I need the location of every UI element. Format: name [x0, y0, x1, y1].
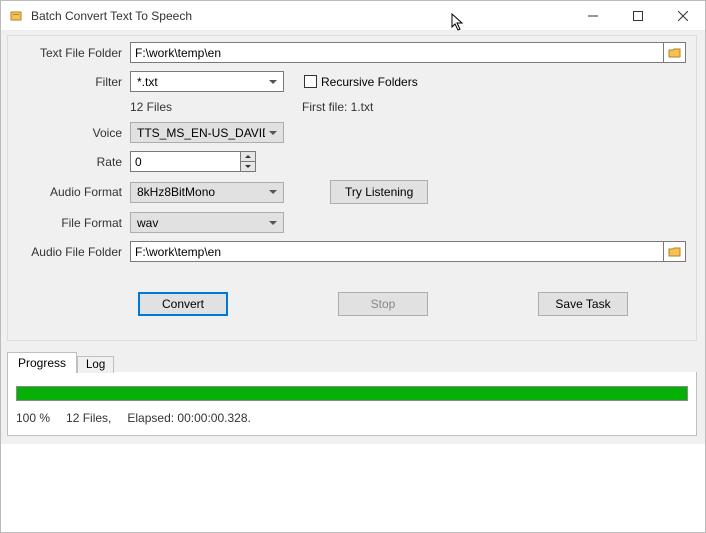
- try-listening-button[interactable]: Try Listening: [330, 180, 428, 204]
- rate-spin-down[interactable]: [240, 162, 255, 171]
- browse-audio-folder-button[interactable]: [664, 241, 686, 262]
- status-elapsed: Elapsed: 00:00:00.328.: [127, 411, 250, 425]
- folder-icon: [668, 246, 682, 258]
- text-folder-input[interactable]: [130, 42, 664, 63]
- filter-combo[interactable]: *.txt: [130, 71, 284, 92]
- recursive-label: Recursive Folders: [321, 75, 418, 89]
- titlebar: Batch Convert Text To Speech: [1, 1, 705, 31]
- folder-icon: [668, 47, 682, 59]
- tab-progress[interactable]: Progress: [7, 352, 77, 373]
- voice-value: TTS_MS_EN-US_DAVID_11: [137, 126, 265, 140]
- window-title: Batch Convert Text To Speech: [31, 9, 192, 23]
- tab-log[interactable]: Log: [77, 356, 114, 373]
- text-folder-label: Text File Folder: [18, 46, 130, 60]
- audio-folder-input[interactable]: [130, 241, 664, 262]
- filter-value: *.txt: [137, 75, 158, 89]
- first-file-text: First file: 1.txt: [302, 100, 373, 114]
- browse-text-folder-button[interactable]: [664, 42, 686, 63]
- stop-button[interactable]: Stop: [338, 292, 428, 316]
- app-icon: [9, 8, 25, 24]
- status-percent: 100 %: [16, 411, 50, 425]
- rate-spin-up[interactable]: [240, 152, 255, 162]
- file-count-text: 12 Files: [130, 100, 302, 114]
- recursive-checkbox[interactable]: Recursive Folders: [304, 75, 418, 89]
- filter-label: Filter: [18, 75, 130, 89]
- maximize-button[interactable]: [615, 1, 660, 31]
- file-format-combo[interactable]: wav: [130, 212, 284, 233]
- voice-combo[interactable]: TTS_MS_EN-US_DAVID_11: [130, 122, 284, 143]
- audio-folder-label: Audio File Folder: [18, 245, 130, 259]
- audio-format-label: Audio Format: [18, 185, 130, 199]
- rate-input[interactable]: [130, 151, 256, 172]
- voice-label: Voice: [18, 126, 130, 140]
- convert-button[interactable]: Convert: [138, 292, 228, 316]
- form-panel: Text File Folder Filter *.txt Recursive …: [7, 35, 697, 341]
- file-format-value: wav: [137, 216, 158, 230]
- audio-format-combo[interactable]: 8kHz8BitMono: [130, 182, 284, 203]
- close-button[interactable]: [660, 1, 705, 31]
- checkbox-box: [304, 75, 317, 88]
- tab-content: 100 % 12 Files, Elapsed: 00:00:00.328.: [7, 372, 697, 436]
- progress-bar: [16, 386, 688, 401]
- rate-label: Rate: [18, 155, 130, 169]
- file-format-label: File Format: [18, 216, 130, 230]
- minimize-button[interactable]: [570, 1, 615, 31]
- save-task-button[interactable]: Save Task: [538, 292, 628, 316]
- audio-format-value: 8kHz8BitMono: [137, 185, 215, 199]
- tabs-area: Progress Log 100 % 12 Files, Elapsed: 00…: [7, 351, 697, 436]
- status-files: 12 Files,: [66, 411, 111, 425]
